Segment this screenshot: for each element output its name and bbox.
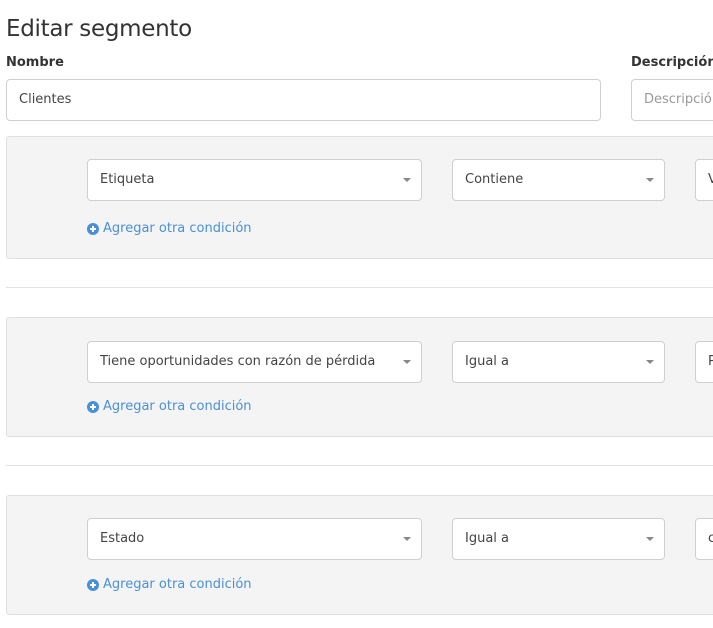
add-condition-link[interactable]: Agregar otra condición — [87, 221, 252, 236]
caret-down-icon — [403, 537, 411, 541]
plus-circle-icon — [87, 400, 99, 413]
operator-select[interactable]: Igual a — [452, 518, 665, 560]
plus-circle-icon — [87, 578, 99, 591]
field-select[interactable]: Etiqueta — [87, 159, 422, 201]
value-input[interactable]: V — [695, 159, 713, 201]
edit-segment-page: Editar segmento Nombre Clientes Descripc… — [0, 0, 713, 628]
name-label: Nombre — [6, 55, 64, 70]
description-input[interactable]: Descripción — [631, 79, 713, 121]
plus-circle-icon — [87, 222, 99, 235]
operator-select-value: Igual a — [465, 531, 510, 546]
field-select-value: Tiene oportunidades con razón de pérdida — [100, 354, 376, 369]
name-input[interactable]: Clientes — [6, 79, 601, 121]
caret-down-icon — [646, 537, 654, 541]
caret-down-icon — [403, 178, 411, 182]
value-input[interactable]: c — [695, 518, 713, 560]
caret-down-icon — [646, 178, 654, 182]
operator-select-value: Igual a — [465, 354, 510, 369]
operator-select-value: Contiene — [465, 172, 524, 187]
operator-select[interactable]: Contiene — [452, 159, 665, 201]
group-divider — [6, 465, 713, 466]
caret-down-icon — [403, 360, 411, 364]
group-divider — [6, 287, 713, 288]
condition-group: Estado Igual a c Agregar otra condición — [6, 495, 713, 615]
add-condition-link[interactable]: Agregar otra condición — [87, 577, 252, 592]
value-input[interactable]: P — [695, 341, 713, 383]
field-select[interactable]: Tiene oportunidades con razón de pérdida — [87, 341, 422, 383]
add-condition-label: Agregar otra condición — [103, 221, 252, 236]
add-condition-label: Agregar otra condición — [103, 577, 252, 592]
condition-group: Etiqueta Contiene V Agregar otra condici… — [6, 136, 713, 259]
field-select-value: Estado — [100, 531, 145, 546]
add-condition-link[interactable]: Agregar otra condición — [87, 399, 252, 414]
field-select-value: Etiqueta — [100, 172, 155, 187]
condition-group: Tiene oportunidades con razón de pérdida… — [6, 317, 713, 437]
add-condition-label: Agregar otra condición — [103, 399, 252, 414]
description-label: Descripción — [631, 55, 713, 70]
operator-select[interactable]: Igual a — [452, 341, 665, 383]
field-select[interactable]: Estado — [87, 518, 422, 560]
caret-down-icon — [646, 360, 654, 364]
page-title: Editar segmento — [6, 16, 192, 42]
